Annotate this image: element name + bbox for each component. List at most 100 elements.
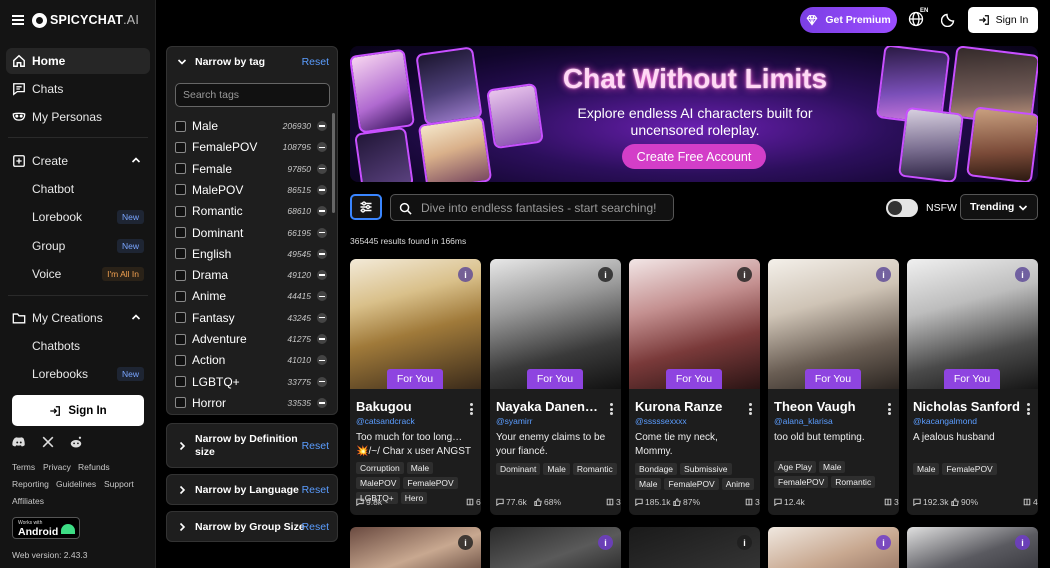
sidebar-item-chats[interactable]: Chats (6, 76, 150, 102)
tag-filter-row[interactable]: Adventure 41275 (175, 330, 327, 348)
tag-filter-row[interactable]: Male 206930 (175, 117, 327, 135)
info-icon[interactable]: i (598, 535, 613, 550)
character-card[interactable]: i For You Nicholas Sanford @kacangalmond A j… (907, 259, 1038, 515)
character-card[interactable]: i (629, 527, 760, 568)
tag-filter-row[interactable]: Horror 33535 (175, 394, 327, 412)
character-name[interactable]: Nayaka Danenberg (496, 399, 604, 414)
card-tag[interactable]: Male (543, 463, 570, 475)
search-input[interactable] (421, 197, 669, 218)
character-card[interactable]: i For You Bakugou @catsandcrack Too much for… (350, 259, 481, 515)
creator-handle[interactable]: @syamirr (496, 416, 533, 426)
info-icon[interactable]: i (1015, 535, 1030, 550)
exclude-tag-icon[interactable] (317, 312, 327, 323)
card-tag[interactable]: FemalePOV (664, 478, 719, 490)
tag-checkbox[interactable] (175, 120, 186, 132)
tag-checkbox[interactable] (175, 397, 186, 409)
card-tag[interactable]: FemalePOV (403, 477, 458, 489)
info-icon[interactable]: i (1015, 267, 1030, 282)
tag-filter-row[interactable]: Fantasy 43245 (175, 309, 327, 327)
reddit-icon[interactable] (69, 435, 83, 449)
more-options-icon[interactable] (609, 403, 613, 415)
promo-banner[interactable]: Chat Without Limits Explore endless AI c… (350, 46, 1038, 182)
tag-checkbox[interactable] (175, 376, 186, 388)
more-options-icon[interactable] (887, 403, 891, 415)
footer-guidelines-link[interactable]: Guidelines (56, 479, 96, 489)
exclude-tag-icon[interactable] (317, 334, 327, 344)
menu-icon[interactable] (12, 15, 24, 25)
info-icon[interactable]: i (876, 267, 891, 282)
sidebar-signin-button[interactable]: Sign In (12, 395, 144, 426)
tag-checkbox[interactable] (175, 184, 186, 196)
character-card[interactable]: i (350, 527, 481, 568)
exclude-tag-icon[interactable] (317, 227, 327, 238)
nsfw-toggle[interactable] (886, 199, 918, 217)
tag-filter-row[interactable]: Dominant 66195 (175, 224, 327, 242)
card-tag[interactable]: Romantic (572, 463, 617, 475)
character-card[interactable]: i (490, 527, 621, 568)
filter-toggle-button[interactable] (350, 194, 382, 220)
character-card[interactable]: i For You Nayaka Danenberg @syamirr Your ene… (490, 259, 621, 515)
exclude-tag-icon[interactable] (317, 291, 327, 302)
card-tag[interactable]: MalePOV (356, 477, 401, 489)
reset-button[interactable]: Reset (302, 440, 329, 452)
exclude-tag-icon[interactable] (317, 206, 327, 217)
x-icon[interactable] (41, 435, 55, 449)
reset-button[interactable]: Reset (302, 56, 329, 68)
tag-filter-row[interactable]: Romantic 68610 (175, 202, 327, 220)
footer-affiliates-link[interactable]: Affiliates (12, 496, 44, 506)
card-tag[interactable]: Male (406, 462, 434, 474)
exclude-tag-icon[interactable] (317, 270, 327, 281)
tag-checkbox[interactable] (175, 269, 186, 281)
create-account-button[interactable]: Create Free Account (622, 144, 766, 169)
sidebar-item-personas[interactable]: My Personas (6, 104, 150, 130)
tag-checkbox[interactable] (175, 333, 186, 345)
more-options-icon[interactable] (748, 403, 752, 415)
card-tag[interactable]: Corruption (356, 462, 404, 474)
creator-handle[interactable]: @sssssexxxx (635, 416, 687, 426)
sidebar-item-chatbots[interactable]: Chatbots (32, 334, 150, 358)
reset-button[interactable]: Reset (302, 521, 329, 533)
tag-filter-row[interactable]: English 49545 (175, 245, 327, 263)
sidebar-item-group[interactable]: Group New (32, 234, 150, 258)
creator-handle[interactable]: @kacangalmond (913, 416, 977, 426)
card-tag[interactable]: Age Play (774, 461, 817, 473)
tag-filter-row[interactable]: MalePOV 86515 (175, 181, 327, 199)
info-icon[interactable]: i (458, 535, 473, 550)
info-icon[interactable]: i (876, 535, 891, 550)
tag-filter-row[interactable]: Drama 49120 (175, 266, 327, 284)
card-tag[interactable]: Romantic (831, 476, 876, 488)
sidebar-section-create[interactable]: Create (6, 148, 150, 174)
card-tag[interactable]: Male (819, 461, 846, 473)
info-icon[interactable]: i (458, 267, 473, 282)
android-badge[interactable]: Works with Android (12, 517, 80, 539)
definition-size-header[interactable]: Narrow by Definition size (177, 433, 298, 459)
header-signin-button[interactable]: Sign In (968, 7, 1038, 33)
sidebar-item-lorebooks[interactable]: Lorebooks New (32, 362, 150, 386)
tag-checkbox[interactable] (175, 354, 186, 366)
discord-icon[interactable] (12, 435, 26, 449)
moon-icon[interactable] (941, 11, 957, 27)
exclude-tag-icon[interactable] (317, 355, 327, 366)
tag-checkbox[interactable] (175, 205, 186, 217)
card-tag[interactable]: Bondage (635, 463, 678, 475)
tag-checkbox[interactable] (175, 290, 186, 302)
tag-filter-header[interactable]: Narrow by tag (177, 56, 265, 68)
card-tag[interactable]: Submissive (680, 463, 732, 475)
character-name[interactable]: Bakugou (356, 399, 464, 414)
sidebar-item-voice[interactable]: Voice I'm All In (32, 262, 150, 286)
creator-handle[interactable]: @catsandcrack (356, 416, 415, 426)
sidebar-item-lorebook[interactable]: Lorebook New (32, 205, 150, 229)
tag-checkbox[interactable] (175, 141, 186, 153)
exclude-tag-icon[interactable] (317, 184, 327, 195)
character-card[interactable]: i For You Kurona Ranze @sssssexxxx Come tie … (629, 259, 760, 515)
character-card[interactable]: i For You Theon Vaugh @alana_klarisa too old… (768, 259, 899, 515)
character-name[interactable]: Theon Vaugh (774, 399, 882, 414)
sidebar-section-my-creations[interactable]: My Creations (6, 305, 150, 331)
exclude-tag-icon[interactable] (317, 142, 327, 153)
sort-select[interactable]: Trending (960, 194, 1038, 220)
character-name[interactable]: Nicholas Sanford (913, 399, 1021, 414)
info-icon[interactable]: i (737, 535, 752, 550)
sidebar-item-chatbot[interactable]: Chatbot (32, 177, 150, 201)
tag-checkbox[interactable] (175, 227, 186, 238)
tag-checkbox[interactable] (175, 248, 186, 260)
